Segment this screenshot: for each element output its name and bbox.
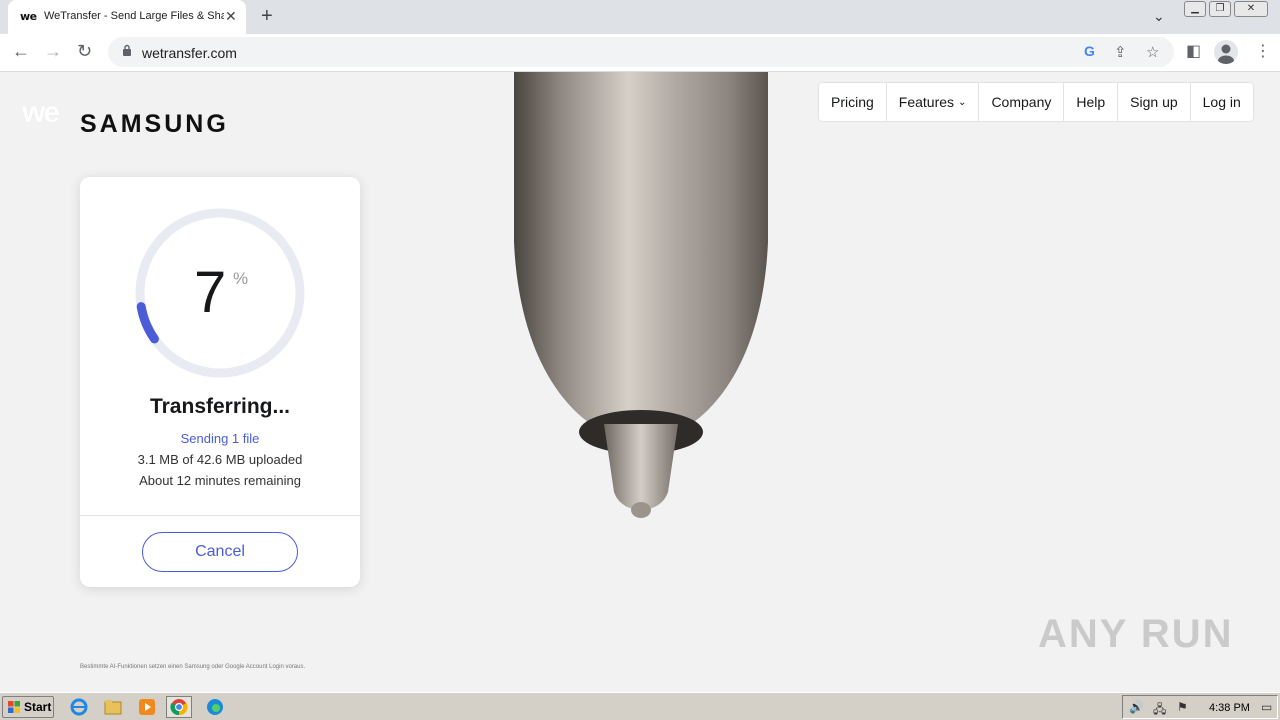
- percent-sign: %: [233, 269, 249, 288]
- card-divider: [80, 515, 360, 516]
- internet-explorer-icon[interactable]: [66, 696, 92, 718]
- new-tab-icon[interactable]: +: [261, 5, 273, 28]
- windows-taskbar: Start 🔊 🖧 ⚑ 4:38 PM ▭: [0, 692, 1280, 720]
- anyrun-watermark: ANY RUN: [1038, 612, 1234, 656]
- tab-title: WeTransfer - Send Large Files & Sha: [44, 10, 224, 22]
- address-bar[interactable]: wetransfer.com G ⇪ ☆: [108, 37, 1174, 67]
- tab-close-icon[interactable]: ✕: [225, 8, 237, 25]
- close-window-icon[interactable]: ✕: [1234, 1, 1268, 17]
- nav-help[interactable]: Help: [1064, 83, 1119, 121]
- transfer-progress-card: 7 % Transferring... Sending 1 file 3.1 M…: [80, 177, 360, 587]
- media-player-icon[interactable]: [134, 696, 160, 718]
- start-label: Start: [24, 700, 52, 714]
- chrome-menu-icon[interactable]: ⋮: [1255, 41, 1271, 61]
- wetransfer-logo-icon[interactable]: we: [22, 96, 60, 130]
- time-remaining: About 12 minutes remaining: [139, 473, 301, 488]
- browser-tab[interactable]: we WeTransfer - Send Large Files & Sha ✕: [8, 0, 246, 34]
- nav-company[interactable]: Company: [979, 83, 1065, 121]
- restore-window-icon[interactable]: ❐: [1209, 1, 1231, 17]
- nav-log-in[interactable]: Log in: [1191, 83, 1253, 121]
- cancel-button[interactable]: Cancel: [142, 532, 298, 572]
- edge-icon[interactable]: [202, 696, 228, 718]
- top-navigation: Pricing Features ⌄ Company Help Sign up …: [818, 82, 1254, 122]
- share-icon[interactable]: ⇪: [1114, 43, 1127, 61]
- reload-icon[interactable]: ↻: [77, 41, 92, 62]
- fine-print-disclaimer: Bestimmte AI-Funktionen setzen einen Sam…: [80, 664, 306, 670]
- nav-features-label: Features: [898, 94, 955, 110]
- minimize-window-icon[interactable]: ▁: [1184, 1, 1206, 17]
- system-tray: 🔊 🖧 ⚑ 4:38 PM ▭: [1122, 695, 1278, 719]
- action-center-flag-icon[interactable]: ⚑: [1177, 700, 1188, 714]
- wetransfer-favicon-icon: we: [20, 10, 37, 23]
- back-arrow-icon[interactable]: ←: [12, 41, 30, 62]
- sending-file-count: Sending 1 file: [180, 431, 260, 446]
- browser-tab-bar: we WeTransfer - Send Large Files & Sha ✕…: [0, 0, 1280, 34]
- nav-features[interactable]: Features ⌄: [887, 83, 980, 121]
- profile-avatar-icon[interactable]: [1214, 40, 1238, 64]
- windows-flag-icon: [8, 701, 20, 713]
- forward-arrow-icon[interactable]: →: [44, 41, 62, 62]
- file-explorer-icon[interactable]: [100, 696, 126, 718]
- google-lens-icon[interactable]: G: [1084, 43, 1095, 59]
- chevron-down-icon: ⌄: [958, 96, 967, 108]
- progress-percent: 7: [194, 260, 227, 325]
- browser-toolbar: ← → ↻ wetransfer.com G ⇪ ☆ ◧ ⋮: [0, 34, 1280, 72]
- tab-search-chevron-icon[interactable]: ⌄: [1153, 8, 1165, 25]
- upload-size-progress: 3.1 MB of 42.6 MB uploaded: [137, 452, 303, 467]
- transfer-status-title: Transferring...: [149, 395, 291, 418]
- page-content: we SAMSUNG Pricing Features ⌄ Company He…: [0, 72, 1280, 692]
- taskbar-clock[interactable]: 4:38 PM: [1209, 702, 1250, 714]
- volume-icon[interactable]: 🔊: [1129, 700, 1144, 714]
- start-button[interactable]: Start: [2, 696, 54, 718]
- nav-pricing[interactable]: Pricing: [819, 83, 887, 121]
- lock-icon: [123, 44, 131, 56]
- nav-sign-up[interactable]: Sign up: [1118, 83, 1191, 121]
- product-pen-image: [514, 72, 768, 518]
- chrome-taskbar-icon[interactable]: [166, 696, 192, 718]
- url-text: wetransfer.com: [142, 45, 237, 61]
- bookmark-star-icon[interactable]: ☆: [1146, 43, 1159, 61]
- brand-logo[interactable]: SAMSUNG: [80, 110, 229, 139]
- show-desktop-icon[interactable]: ▭: [1261, 700, 1272, 714]
- network-icon[interactable]: 🖧: [1153, 700, 1166, 720]
- side-panel-icon[interactable]: ◧: [1186, 41, 1201, 61]
